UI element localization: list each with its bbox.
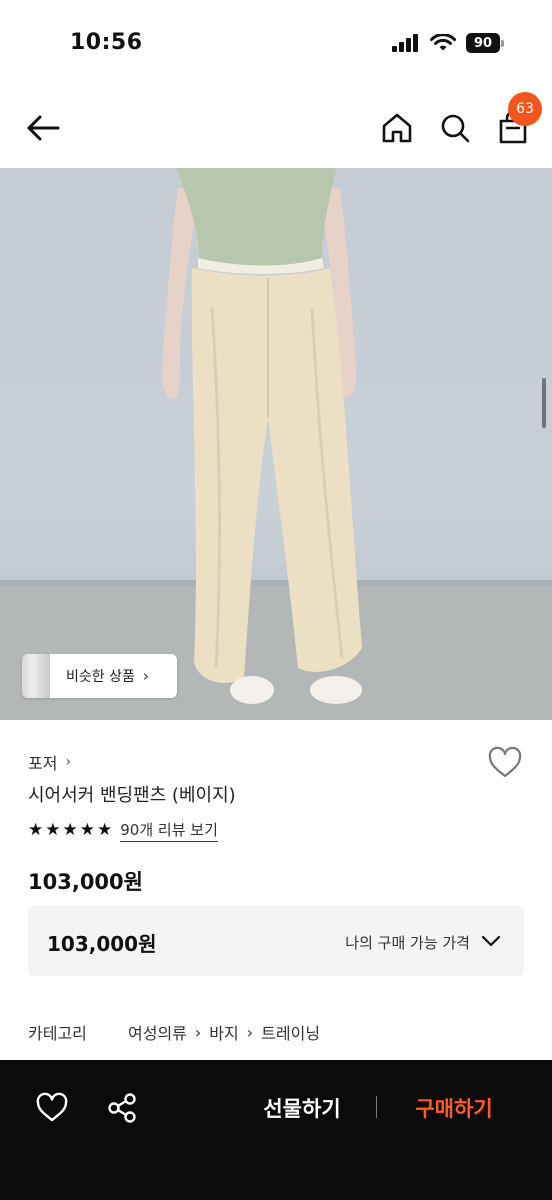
chevron-down-icon [481,935,501,947]
image-scroll-indicator [542,378,546,428]
status-icons: 90 [392,33,504,53]
category-link-pants[interactable]: 바지 [209,1020,238,1044]
product-price: 103,000원 [28,870,143,894]
purchasable-price-label: 나의 구매 가능 가격 [345,934,470,952]
chevron-right-icon: › [194,1022,202,1042]
share-icon[interactable] [104,1090,140,1126]
battery-level: 90 [466,33,500,53]
product-photo-illustration [0,168,552,720]
brand-name: 포저 [28,754,58,773]
purchasable-price-value: 103,000원 [47,932,157,956]
star-icon: ★ [79,820,95,840]
home-icon[interactable] [378,108,416,148]
chevron-right-icon: › [246,1022,254,1042]
category-label: 카테고리 [28,1024,87,1043]
back-arrow-icon[interactable] [22,108,66,148]
similar-products-label: 비슷한 상품 [66,669,135,685]
wifi-icon [430,34,456,51]
category-link-training[interactable]: 트레이닝 [261,1020,320,1044]
star-icon: ★ [97,820,113,840]
category-path: 여성의류 › 바지 › 트레이닝 [128,1020,320,1044]
similar-products-button[interactable]: 비슷한 상품 › [22,654,177,698]
star-icon: ★ [62,820,78,840]
status-time: 10:56 [70,30,143,55]
search-icon[interactable] [436,108,474,148]
battery-icon: 90 [466,33,504,53]
brand-link[interactable]: 포저 › [28,750,71,774]
heart-icon[interactable] [486,744,524,782]
cart-count-badge: 63 [508,92,542,126]
divider [376,1096,377,1118]
product-photo[interactable] [0,168,552,720]
chevron-right-icon: › [142,667,149,685]
buy-button[interactable]: 구매하기 [402,1088,506,1128]
star-rating: ★ ★ ★ ★ ★ [28,822,112,839]
bottom-action-bar: 선물하기 구매하기 [0,1060,552,1200]
cellular-signal-icon [392,34,418,52]
category-breadcrumb: 카테고리 여성의류 › 바지 › 트레이닝 [28,1020,320,1044]
reviews-link[interactable]: 90개 리뷰 보기 [120,819,218,842]
rating-row: ★ ★ ★ ★ ★ 90개 리뷰 보기 [28,819,218,842]
status-bar: 10:56 90 [0,0,552,88]
top-nav [0,88,552,168]
chevron-right-icon: › [65,754,72,770]
gift-button[interactable]: 선물하기 [250,1088,354,1128]
heart-icon[interactable] [34,1090,70,1126]
star-icon: ★ [28,820,44,840]
star-icon: ★ [45,820,61,840]
product-title: 시어서커 밴딩팬츠 (베이지) [28,785,236,806]
purchasable-price-panel[interactable]: 103,000원 나의 구매 가능 가격 [28,906,524,976]
similar-products-thumbnail [22,654,50,698]
category-link-womens-clothing[interactable]: 여성의류 [128,1020,187,1044]
